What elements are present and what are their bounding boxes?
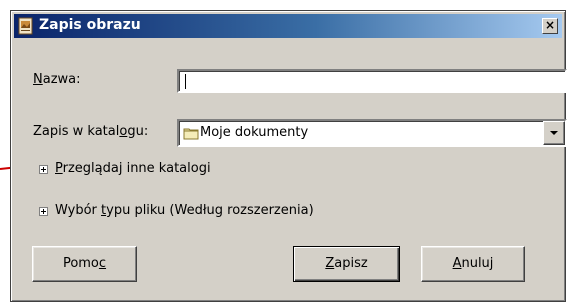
folder-label-prefix: Zapis w katal: [33, 124, 120, 139]
folder-select[interactable]: Moje dokumenty: [177, 119, 567, 147]
name-label-mnemonic: N: [33, 72, 43, 87]
text-cursor: [185, 74, 186, 89]
save-button[interactable]: Zapisz: [293, 246, 400, 282]
file-type-text: ypu pliku (Według rozszerzenia): [106, 203, 314, 218]
title-bar[interactable]: Zapis obrazu ×: [14, 14, 562, 38]
close-button[interactable]: ×: [542, 18, 558, 34]
file-type-prefix: Wybór: [55, 203, 102, 218]
expand-plus-icon: [39, 207, 48, 216]
browse-folders-expander[interactable]: Przeglądaj inne katalogi: [35, 160, 255, 180]
save-button-text: apisz: [334, 256, 368, 271]
browse-folders-label: Przeglądaj inne katalogi: [55, 161, 211, 176]
name-label: Nazwa:: [33, 72, 81, 87]
save-button-mnemonic: Z: [325, 256, 335, 271]
help-button[interactable]: Pomoc: [32, 246, 137, 282]
help-button-text: Pomo: [62, 256, 99, 271]
expand-plus-icon: [39, 165, 48, 174]
save-image-dialog: Zapis obrazu × Nazwa: Zapis w katalogu: …: [10, 10, 567, 302]
folder-select-dropdown-button[interactable]: [543, 121, 565, 145]
help-button-mnemonic: c: [98, 256, 107, 271]
browse-folders-text: rzeglądaj inne katalogi: [62, 161, 211, 176]
cancel-button[interactable]: Anuluj: [421, 246, 525, 282]
chevron-down-icon: [550, 131, 558, 135]
dialog-title: Zapis obrazu: [39, 17, 141, 33]
name-input[interactable]: [177, 69, 567, 93]
folder-select-value: Moje dokumenty: [200, 125, 309, 140]
browse-folders-mnemonic: P: [55, 161, 63, 176]
cancel-button-text: nuluj: [461, 256, 494, 271]
name-label-text: azwa:: [42, 72, 81, 87]
image-file-icon: [18, 17, 33, 35]
folder-icon: [183, 128, 199, 140]
file-type-expander[interactable]: Wybór typu pliku (Według rozszerzenia): [35, 202, 355, 222]
folder-label-suffix: gu:: [127, 124, 149, 139]
folder-label: Zapis w katalogu:: [33, 124, 148, 139]
file-type-label: Wybór typu pliku (Według rozszerzenia): [55, 203, 314, 218]
